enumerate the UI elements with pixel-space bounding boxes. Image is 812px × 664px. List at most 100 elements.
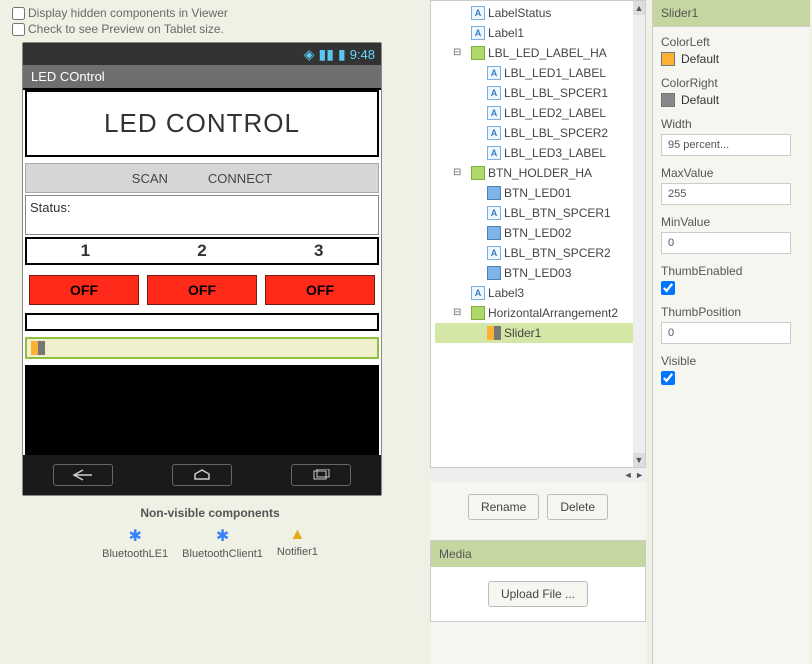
tree-scrollbar-v[interactable]: ▲ ▼ [633,1,645,467]
label3-spacer[interactable] [25,313,379,331]
nonvisible-header: Non-visible components [12,506,408,520]
tree-item-label: BTN_LED01 [504,186,571,200]
nonvis-label-0: BluetoothLE1 [102,548,168,560]
collapse-icon[interactable]: ⊟ [453,47,461,58]
off-buttons-row: OFF OFF OFF [25,271,379,309]
component-tree[interactable]: ALabelStatusALabel1⊟LBL_LED_LABEL_HAALBL… [430,0,646,468]
tree-node-btn_led02[interactable]: BTN_LED02 [435,223,645,243]
tablet-preview-checkbox[interactable] [12,23,25,36]
colorright-value[interactable]: Default [661,93,802,107]
tree-node-labelstatus[interactable]: ALabelStatus [435,3,645,23]
tablet-preview-row: Check to see Preview on Tablet size. [12,22,408,36]
status-label[interactable]: Status: [25,195,379,235]
off-button-3[interactable]: OFF [265,275,375,305]
nonvis-notifier[interactable]: ▲ Notifier1 [277,526,318,560]
tree-item-label: LBL_LBL_SPCER2 [504,126,608,140]
lbl-1[interactable]: 1 [27,239,144,263]
scroll-down-icon[interactable]: ▼ [633,453,645,467]
tree-node-btn_led01[interactable]: BTN_LED01 [435,183,645,203]
tree-node-lbl_btn_spcer2[interactable]: ALBL_BTN_SPCER2 [435,243,645,263]
maxvalue-label: MaxValue [661,166,802,180]
properties-header: Slider1 [653,0,810,27]
visible-checkbox[interactable] [661,371,675,385]
tablet-preview-label: Check to see Preview on Tablet size. [28,22,224,36]
viewer-panel: Display hidden components in Viewer Chec… [0,0,420,664]
prop-maxvalue: MaxValue [661,166,802,205]
display-hidden-checkbox[interactable] [12,7,25,20]
prop-thumbposition: ThumbPosition [661,305,802,344]
media-header: Media [431,541,645,567]
thumbenabled-label: ThumbEnabled [661,264,802,278]
colorright-text: Default [681,93,719,107]
thumbposition-label: ThumbPosition [661,305,802,319]
tree-node-lbl_led1_label[interactable]: ALBL_LED1_LABEL [435,63,645,83]
heading-label[interactable]: LED CONTROL [25,90,379,157]
home-icon [172,464,232,486]
off-button-1[interactable]: OFF [29,275,139,305]
rename-button[interactable]: Rename [468,494,539,520]
prop-thumbenabled: ThumbEnabled [661,264,802,295]
phone-frame: ◈ ▮▮ ▮ 9:48 LED COntrol LED CONTROL SCAN… [22,42,382,496]
colorleft-value[interactable]: Default [661,52,802,66]
tree-node-label1[interactable]: ALabel1 [435,23,645,43]
thumbenabled-checkbox[interactable] [661,281,675,295]
tree-scrollbar-h[interactable]: ◄ ► [430,468,646,482]
black-space [25,365,379,455]
back-icon [53,464,113,486]
tree-node-lbl_led_label_ha[interactable]: ⊟LBL_LED_LABEL_HA [435,43,645,63]
components-panel: ALabelStatusALabel1⊟LBL_LED_LABEL_HAALBL… [430,0,646,664]
tree-node-btn_led03[interactable]: BTN_LED03 [435,263,645,283]
tree-node-horizontalarrangement2[interactable]: ⊟HorizontalArrangement2 [435,303,645,323]
tree-item-label: BTN_HOLDER_HA [488,166,592,180]
tree-item-label: LBL_LED3_LABEL [504,146,606,160]
nonvis-bluetoothle[interactable]: ✱ BluetoothLE1 [102,526,168,560]
tree-item-label: Label1 [488,26,524,40]
tree-node-lbl_lbl_spcer2[interactable]: ALBL_LBL_SPCER2 [435,123,645,143]
led-labels-row[interactable]: 1 2 3 [25,237,379,265]
off-button-2[interactable]: OFF [147,275,257,305]
maxvalue-input[interactable] [661,183,791,205]
collapse-icon[interactable]: ⊟ [453,307,461,318]
tree-node-label3[interactable]: ALabel3 [435,283,645,303]
color-swatch-orange [661,52,675,66]
lbl-3[interactable]: 3 [260,239,377,263]
tree-node-slider1[interactable]: Slider1 [435,323,645,343]
prop-colorleft: ColorLeft Default [661,35,802,66]
scroll-up-icon[interactable]: ▲ [633,1,645,15]
tree-item-label: Label3 [488,286,524,300]
visible-label: Visible [661,354,802,368]
width-input[interactable] [661,134,791,156]
collapse-icon[interactable]: ⊟ [453,167,461,178]
bluetooth-icon: ✱ [182,526,263,546]
warning-icon: ▲ [277,526,318,544]
colorright-label: ColorRight [661,76,802,90]
tree-item-label: LabelStatus [488,6,551,20]
slider-thumb-icon [31,341,45,355]
minvalue-input[interactable] [661,232,791,254]
status-time: 9:48 [350,47,375,62]
tree-node-lbl_led2_label[interactable]: ALBL_LED2_LABEL [435,103,645,123]
android-nav-bar [23,455,381,495]
tree-node-lbl_btn_spcer1[interactable]: ALBL_BTN_SPCER1 [435,203,645,223]
nonvis-bluetoothclient[interactable]: ✱ BluetoothClient1 [182,526,263,560]
delete-button[interactable]: Delete [547,494,608,520]
prop-visible: Visible [661,354,802,385]
slider1[interactable] [25,337,379,359]
recent-icon [291,464,351,486]
nonvisible-row: ✱ BluetoothLE1 ✱ BluetoothClient1 ▲ Noti… [12,526,408,560]
thumbposition-input[interactable] [661,322,791,344]
tree-item-label: BTN_LED02 [504,226,571,240]
tree-node-btn_holder_ha[interactable]: ⊟ BTN_HOLDER_HA [435,163,645,183]
connect-button[interactable]: CONNECT [198,167,282,190]
prop-width: Width [661,117,802,156]
app-body: LED CONTROL SCAN CONNECT Status: 1 2 3 O… [23,90,381,495]
tree-node-lbl_led3_label[interactable]: ALBL_LED3_LABEL [435,143,645,163]
scan-button[interactable]: SCAN [122,167,178,190]
battery-icon: ▮ [338,46,346,63]
bluetooth-icon: ✱ [102,526,168,546]
tree-node-lbl_lbl_spcer1[interactable]: ALBL_LBL_SPCER1 [435,83,645,103]
properties-panel: Slider1 ColorLeft Default ColorRight Def… [652,0,810,664]
upload-file-button[interactable]: Upload File ... [488,581,588,607]
lbl-2[interactable]: 2 [144,239,261,263]
tree-item-label: LBL_LED1_LABEL [504,66,606,80]
